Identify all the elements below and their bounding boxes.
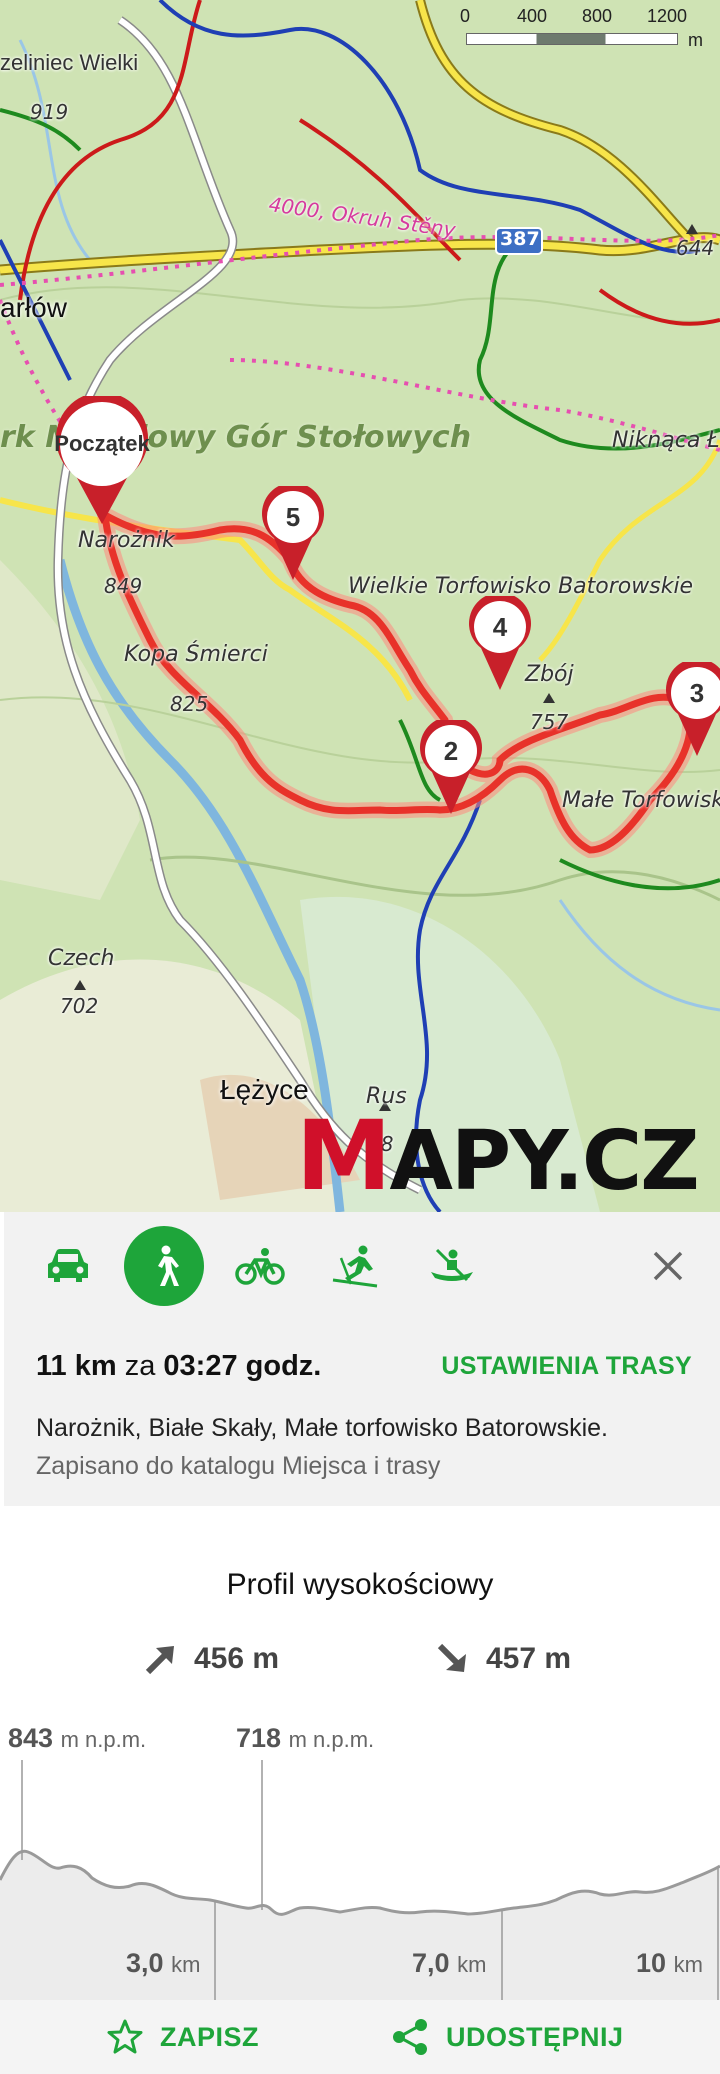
route-name: Narożnik, Białe Skały, Małe torfowisko B… xyxy=(36,1414,608,1442)
map-label-male-torfowisko: Małe Torfowisko xyxy=(562,788,720,813)
close-icon xyxy=(653,1251,683,1281)
waypoint-4[interactable]: 4 xyxy=(469,596,547,692)
ascent-value: 456 m xyxy=(194,1642,280,1675)
waypoint-3[interactable]: 3 xyxy=(666,662,720,758)
mapy-cz-logo: MAPY.CZ xyxy=(296,1100,700,1212)
waypoint-number: 3 xyxy=(689,678,705,708)
scale-label-400: 400 xyxy=(517,6,548,26)
waypoint-number: 5 xyxy=(285,502,301,532)
distance-mark-2: 7,0 km xyxy=(412,1948,487,1978)
peak-label-2: 718 m n.p.m. xyxy=(236,1723,375,1753)
elevation-profile-chart[interactable] xyxy=(0,1760,720,2000)
mode-bicycle-button[interactable] xyxy=(220,1226,300,1306)
map-label-karlow: arłów xyxy=(0,292,67,323)
profile-title: Profil wysokościowy xyxy=(226,1568,494,1601)
scale-label-800: 800 xyxy=(582,6,613,26)
map-label-naroznik: Narożnik xyxy=(78,528,175,553)
map-label-elev-849: 849 xyxy=(104,574,143,598)
waypoint-number: 2 xyxy=(443,736,459,766)
map-label-elev-702: 702 xyxy=(60,994,99,1018)
scale-label-0: 0 xyxy=(460,6,471,26)
canoe-icon xyxy=(431,1248,473,1282)
map-canvas xyxy=(0,0,720,1212)
share-label: UDOSTĘPNIJ xyxy=(446,2021,624,2052)
distance-mark-3: 10 km xyxy=(636,1948,703,1978)
ascent-stat: 456 m xyxy=(144,1642,279,1676)
descent-stat: 457 m xyxy=(436,1642,571,1676)
map-label-czech: Czech xyxy=(48,946,115,971)
mode-canoe-button[interactable] xyxy=(412,1226,492,1306)
waypoint-number: 4 xyxy=(492,612,508,642)
walking-icon xyxy=(158,1245,179,1286)
map-label-elev-644: 644 xyxy=(676,236,715,260)
descent-arrow-icon xyxy=(437,1643,466,1672)
mode-walking-button[interactable] xyxy=(124,1226,204,1306)
route-settings-button[interactable]: USTAWIENIA TRASY xyxy=(441,1352,692,1381)
start-marker-label: Początek xyxy=(54,431,150,456)
waypoint-5[interactable]: 5 xyxy=(262,486,340,582)
save-button[interactable]: ZAPISZ xyxy=(106,2012,259,2062)
waypoint-2[interactable]: 2 xyxy=(420,720,498,816)
map-label-elev-825: 825 xyxy=(170,692,209,716)
descent-value: 457 m xyxy=(486,1642,572,1675)
map-label-niknaca: Niknąca Ł xyxy=(612,428,720,453)
scale-bar xyxy=(466,33,678,45)
route-summary: 11 km za 03:27 godz. xyxy=(36,1350,321,1383)
ski-icon xyxy=(332,1245,378,1288)
bicycle-icon xyxy=(235,1248,285,1285)
map-view[interactable]: 0 400 800 1200 m zeliniec Wielki 919 arł… xyxy=(0,0,720,1212)
peak-label-1: 843 m n.p.m. xyxy=(8,1723,147,1753)
car-icon xyxy=(48,1249,88,1282)
map-label-road-387: 387 xyxy=(500,228,540,250)
start-marker[interactable]: Początek xyxy=(54,396,150,526)
share-button[interactable]: UDOSTĘPNIJ xyxy=(390,2012,624,2062)
map-label-elev-757: 757 xyxy=(530,710,569,734)
map-label-elev-919: 919 xyxy=(30,100,69,124)
close-button[interactable] xyxy=(640,1238,696,1294)
scale-unit: m xyxy=(688,30,703,50)
mode-ski-button[interactable] xyxy=(316,1226,396,1306)
route-za: za xyxy=(124,1350,156,1382)
scale-label-1200: 1200 xyxy=(647,6,688,26)
map-label-town-top: zeliniec Wielki xyxy=(0,50,139,75)
saved-status: Zapisano do katalogu Miejsca i trasy xyxy=(36,1452,441,1480)
distance-mark-1: 3,0 km xyxy=(126,1948,201,1978)
share-icon xyxy=(393,2019,427,2055)
route-duration: 03:27 godz. xyxy=(163,1350,322,1382)
ascent-arrow-icon xyxy=(145,1646,174,1675)
mode-car-button[interactable] xyxy=(28,1226,108,1306)
star-icon xyxy=(107,2019,143,2054)
route-distance: 11 km xyxy=(36,1350,117,1382)
map-label-kopa-smierci: Kopa Śmierci xyxy=(124,642,268,667)
save-label: ZAPISZ xyxy=(160,2021,260,2052)
